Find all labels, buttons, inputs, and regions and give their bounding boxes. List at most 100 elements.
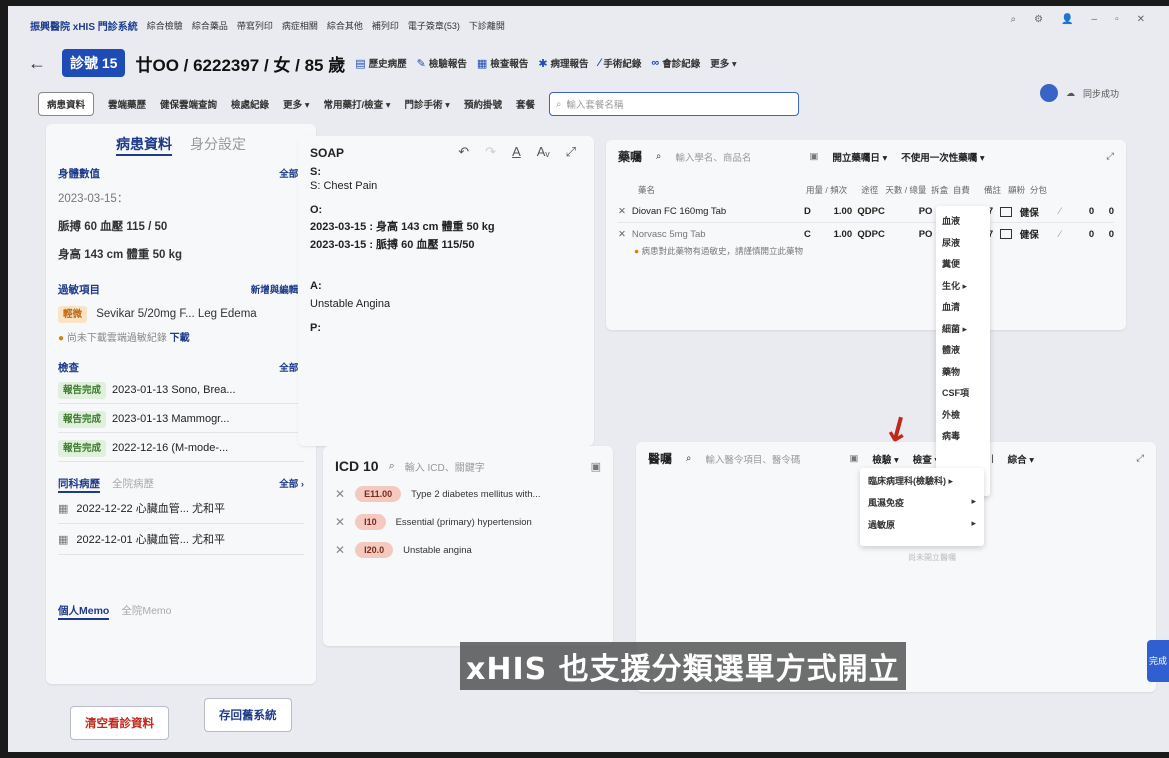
- dropdown-item[interactable]: 糞便: [942, 257, 984, 279]
- history-record-button[interactable]: ▤ 歷史病歷: [355, 56, 406, 71]
- menu-item[interactable]: 帶寫列印: [237, 19, 273, 32]
- history-all-link[interactable]: 全部 ›: [279, 476, 304, 493]
- dropdown-item[interactable]: 血清: [942, 300, 984, 322]
- remove-icon[interactable]: ✕: [335, 487, 345, 501]
- user-icon[interactable]: 👤: [1061, 14, 1073, 25]
- clear-visit-button[interactable]: 清空看診資料: [70, 706, 169, 740]
- toolbar-item[interactable]: 門診手術 ▾: [405, 97, 450, 111]
- tab-personal-memo[interactable]: 個人Memo: [58, 603, 110, 620]
- lab-report-button[interactable]: ✎ 檢驗報告: [417, 56, 467, 71]
- menu-item[interactable]: 綜合其他: [327, 19, 363, 32]
- orders-empty-hint: 尚未開立醫囑: [908, 553, 956, 562]
- dropdown-item[interactable]: 尿液: [942, 236, 984, 258]
- dropdown-item[interactable]: 生化 ▸: [942, 279, 984, 301]
- menu-item[interactable]: 綜合檢驗: [147, 19, 183, 32]
- icd-code-badge: I20.0: [355, 542, 394, 558]
- toolbar-item[interactable]: 套餐: [516, 97, 535, 111]
- dropdown-item[interactable]: 細菌 ▸: [942, 322, 984, 344]
- more-button[interactable]: 更多 ▾: [710, 56, 736, 70]
- redo-icon[interactable]: ↷: [485, 144, 496, 160]
- remove-icon[interactable]: ✕: [618, 206, 632, 217]
- surgery-record-button[interactable]: ⁄ 手術紀錄: [599, 56, 642, 70]
- menu-item[interactable]: 病症相關: [282, 19, 318, 32]
- toolbar-item[interactable]: 雲端藥歷: [108, 97, 146, 111]
- rx-search-input[interactable]: 輸入學名、商品名: [675, 150, 795, 164]
- toolbar-item[interactable]: 檢處紀錄: [231, 97, 269, 111]
- close-icon[interactable]: ✕: [1137, 14, 1145, 25]
- dropdown-item[interactable]: 體液: [942, 343, 984, 365]
- tab-identity-settings[interactable]: 身分設定: [190, 134, 246, 156]
- pathology-report-button[interactable]: ✱ 病理報告: [538, 56, 588, 71]
- undo-icon[interactable]: ↶: [458, 144, 469, 160]
- menu-item[interactable]: 補列印: [372, 19, 399, 32]
- menu-item[interactable]: 下診離開: [469, 19, 505, 32]
- rx-row[interactable]: ✕ Norvasc 5mg Tab C 1.00 QDPC PO 7 健保 ⁄ …: [618, 223, 1114, 245]
- exam-row[interactable]: 報告完成 2022-12-16 (M-mode-...: [58, 433, 304, 462]
- clinic-number-badge: 診號 15: [62, 49, 126, 77]
- submenu-item[interactable]: 風濕免疫 ▸: [868, 496, 976, 518]
- done-button[interactable]: 完成: [1147, 640, 1169, 682]
- warning-icon: ●: [58, 333, 65, 344]
- exam-report-button[interactable]: ▦ 檢查報告: [477, 56, 528, 71]
- expand-icon[interactable]: ⤢: [1106, 151, 1114, 162]
- list-icon[interactable]: ▣: [591, 460, 601, 473]
- list-icon[interactable]: ▣: [809, 151, 818, 162]
- tab-patient-data[interactable]: 病患資料: [116, 134, 172, 156]
- remove-icon[interactable]: ✕: [335, 515, 345, 529]
- rx-row[interactable]: ✕ Diovan FC 160mg Tab D 1.00 QDPC PO 7 7…: [618, 201, 1114, 223]
- edit-icon[interactable]: ⁄: [1059, 229, 1089, 240]
- exam-row[interactable]: 報告完成 2023-01-13 Mammogr...: [58, 404, 304, 433]
- tab-hospital-memo[interactable]: 全院Memo: [121, 603, 171, 620]
- submenu-label: 風濕免疫: [868, 498, 905, 508]
- dropdown-item[interactable]: 外檢: [942, 408, 984, 430]
- rx-filter-onetime[interactable]: 不使用一次性藥囑 ▾: [901, 150, 984, 164]
- rx-filter-date[interactable]: 開立藥囑日 ▾: [832, 150, 887, 164]
- save-old-system-button[interactable]: 存回舊系統: [204, 698, 292, 732]
- menu-item[interactable]: 綜合藥品: [192, 19, 228, 32]
- icd-search-input[interactable]: 輸入 ICD、關鍵字: [405, 459, 485, 474]
- expand-icon[interactable]: ⤢: [566, 144, 576, 160]
- toolbar-item[interactable]: 預約掛號: [464, 97, 502, 111]
- restore-icon[interactable]: ▫: [1115, 14, 1119, 25]
- history-row[interactable]: ▦ 2022-12-22 心臟血管... 尤和平: [58, 493, 304, 524]
- spellcheck-icon[interactable]: Aᵥ: [537, 144, 550, 160]
- o-line[interactable]: 2023-03-15 : 脈搏 60 血壓 115/50: [310, 236, 582, 252]
- dropdown-item[interactable]: 藥物: [942, 365, 984, 387]
- toolbar-item[interactable]: 健保雲端查詢: [160, 97, 217, 111]
- orders-search-input[interactable]: 輸入醫令項目、醫令碼: [705, 452, 835, 466]
- download-link[interactable]: 下載: [170, 333, 190, 344]
- package-search-input[interactable]: ⌕ 輸入套餐名稱: [549, 92, 799, 116]
- minimize-icon[interactable]: –: [1092, 14, 1098, 25]
- toolbar-item[interactable]: 常用藥打/檢查 ▾: [323, 97, 390, 111]
- list-icon[interactable]: ▣: [849, 453, 858, 464]
- o-line[interactable]: 2023-03-15 : 身高 143 cm 體重 50 kg: [310, 218, 582, 234]
- expand-icon[interactable]: ⤢: [1136, 453, 1144, 464]
- checkbox[interactable]: [999, 206, 1012, 217]
- text-color-icon[interactable]: A: [512, 144, 521, 160]
- s-text[interactable]: S: Chest Pain: [310, 180, 582, 192]
- consult-record-button[interactable]: ∞ 會診紀錄: [651, 56, 700, 70]
- history-row[interactable]: ▦ 2022-12-01 心臟血管... 尤和平: [58, 524, 304, 555]
- search-icon[interactable]: ⌕: [1010, 14, 1016, 25]
- a-text[interactable]: Unstable Angina: [310, 298, 582, 310]
- menu-item[interactable]: 電子簽章(53): [408, 19, 460, 32]
- remove-icon[interactable]: ✕: [335, 543, 345, 557]
- tab-same-dept[interactable]: 同科病歷: [58, 476, 100, 493]
- dropdown-item[interactable]: CSF項: [942, 386, 984, 408]
- dropdown-item[interactable]: 血液: [942, 214, 984, 236]
- settings-icon[interactable]: ⚙: [1034, 14, 1043, 25]
- submenu-item[interactable]: 過敏原 ▸: [868, 518, 976, 540]
- checkbox[interactable]: [999, 229, 1012, 239]
- exam-row[interactable]: 報告完成 2023-01-13 Sono, Brea...: [58, 375, 304, 404]
- dropdown-item[interactable]: 病毒: [942, 429, 984, 451]
- toolbar-item[interactable]: 更多 ▾: [283, 97, 309, 111]
- soap-toolbar: ↶ ↷ A Aᵥ ⤢: [458, 144, 576, 160]
- edit-icon[interactable]: ⁄: [1059, 206, 1089, 217]
- remove-icon[interactable]: ✕: [618, 229, 632, 240]
- allergy-edit-link[interactable]: 新增與編輯 ›: [251, 282, 304, 297]
- tab-all-history[interactable]: 全院病歷: [112, 476, 154, 493]
- patient-data-button[interactable]: 病患資料: [38, 92, 95, 116]
- menu-combined[interactable]: 綜合 ▾: [1008, 452, 1034, 466]
- back-arrow-icon[interactable]: ←: [28, 53, 46, 74]
- submenu-item[interactable]: 臨床病理科(檢驗科) ▸: [868, 474, 976, 496]
